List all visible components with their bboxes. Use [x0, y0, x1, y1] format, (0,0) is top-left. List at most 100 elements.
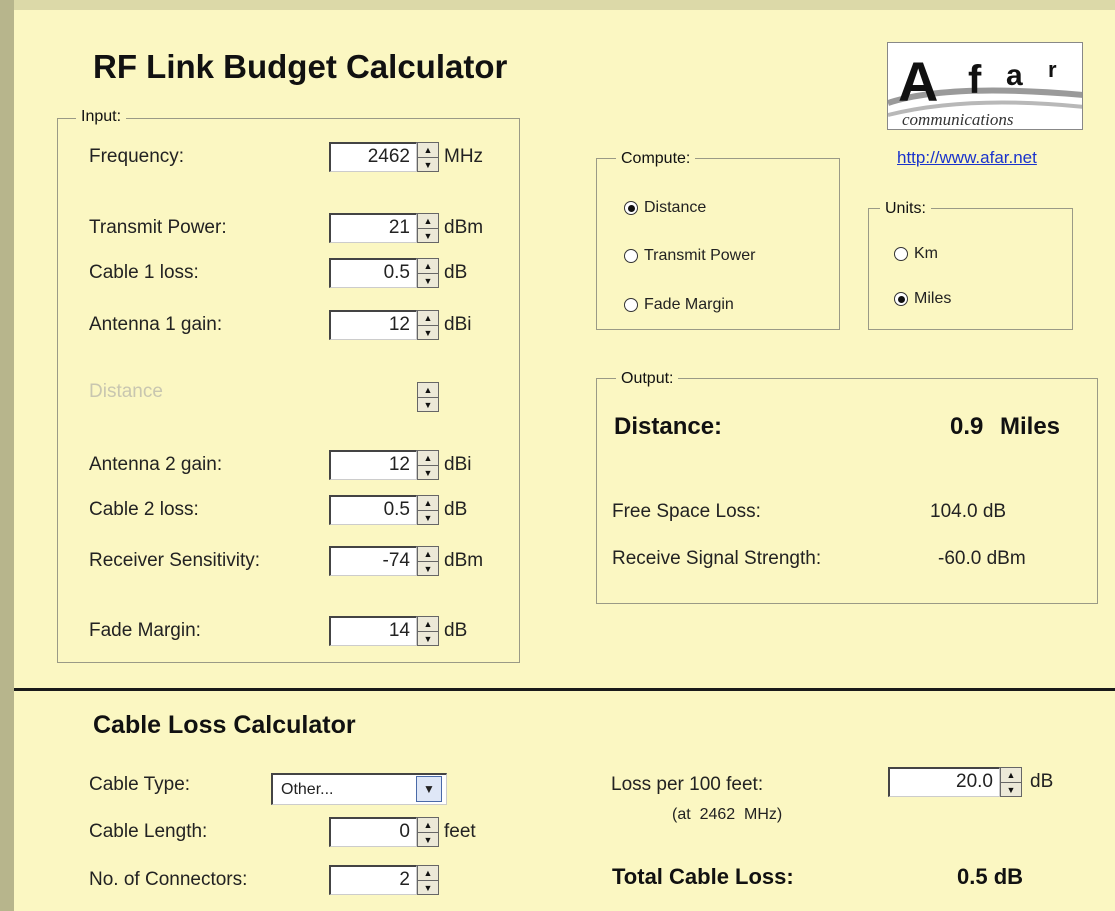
cable-length-unit: feet: [444, 821, 476, 842]
connectors-label: No. of Connectors:: [89, 869, 248, 890]
svg-text:A: A: [898, 50, 938, 113]
receiver-sensitivity-label: Receiver Sensitivity:: [89, 550, 261, 571]
loss-frequency-note: (at 2462 MHz): [672, 806, 783, 823]
cable-length-label: Cable Length:: [89, 821, 208, 842]
chevron-down-icon[interactable]: ▼: [416, 776, 442, 802]
units-option-label: Km: [914, 245, 938, 262]
transmit-power-label: Transmit Power:: [89, 217, 227, 238]
cable-loss-section-title: Cable Loss Calculator: [93, 711, 356, 739]
spin-down-icon: ▼: [423, 399, 433, 410]
transmit-power-input[interactable]: 21: [329, 213, 417, 243]
spin-up-icon[interactable]: ▲: [418, 311, 438, 326]
spin-down-icon[interactable]: ▼: [418, 158, 438, 172]
loss-per-100-label: Loss per 100 feet:: [611, 774, 764, 795]
output-group-legend: Output:: [616, 370, 679, 388]
compute-option-distance[interactable]: Distance: [624, 199, 706, 217]
cable2-loss-unit: dB: [444, 499, 468, 520]
loss-per-100-spinner[interactable]: ▲ ▼: [1000, 767, 1022, 797]
afar-logo: A f a r communications: [887, 42, 1083, 130]
input-group-legend: Input:: [76, 108, 127, 126]
receiver-sensitivity-unit: dBm: [444, 550, 484, 571]
frequency-input[interactable]: 2462: [329, 142, 417, 172]
cable-length-input[interactable]: 0: [329, 817, 417, 847]
svg-text:r: r: [1048, 57, 1057, 82]
antenna1-gain-unit: dBi: [444, 314, 472, 335]
receiver-sensitivity-input[interactable]: -74: [329, 546, 417, 576]
radio-checked-icon[interactable]: [624, 201, 638, 215]
free-space-loss-value: 104.0 dB: [930, 501, 1007, 522]
radio-unchecked-icon[interactable]: [894, 247, 908, 261]
antenna2-gain-spinner[interactable]: ▲ ▼: [417, 450, 439, 480]
spin-up-icon[interactable]: ▲: [418, 866, 438, 881]
transmit-power-unit: dBm: [444, 217, 484, 238]
spin-down-icon[interactable]: ▼: [418, 511, 438, 525]
output-result-unit: Miles: [1000, 413, 1061, 440]
connectors-spinner[interactable]: ▲ ▼: [417, 865, 439, 895]
spin-down-icon[interactable]: ▼: [418, 833, 438, 847]
compute-option-label: Transmit Power: [644, 247, 756, 264]
units-option-km[interactable]: Km: [894, 245, 938, 263]
spin-up-icon[interactable]: ▲: [1001, 768, 1021, 783]
cable2-loss-spinner[interactable]: ▲ ▼: [417, 495, 439, 525]
cable1-loss-input[interactable]: 0.5: [329, 258, 417, 288]
output-group: [596, 378, 1098, 604]
spin-down-icon[interactable]: ▼: [418, 881, 438, 895]
cable2-loss-input[interactable]: 0.5: [329, 495, 417, 525]
radio-unchecked-icon[interactable]: [624, 249, 638, 263]
antenna2-gain-unit: dBi: [444, 454, 472, 475]
loss-per-100-unit: dB: [1030, 771, 1054, 792]
cable1-loss-spinner[interactable]: ▲ ▼: [417, 258, 439, 288]
antenna2-gain-label: Antenna 2 gain:: [89, 454, 223, 475]
distance-spinner: ▲ ▼: [417, 382, 439, 412]
svg-text:f: f: [968, 58, 982, 102]
spin-up-icon[interactable]: ▲: [418, 547, 438, 562]
fade-margin-input[interactable]: 14: [329, 616, 417, 646]
spin-up-icon[interactable]: ▲: [418, 259, 438, 274]
spin-down-icon[interactable]: ▼: [418, 274, 438, 288]
cable-length-spinner[interactable]: ▲ ▼: [417, 817, 439, 847]
units-group: [868, 208, 1073, 330]
window-top-border: [0, 0, 1115, 10]
spin-up-icon[interactable]: ▲: [418, 214, 438, 229]
cable1-loss-unit: dB: [444, 262, 468, 283]
compute-option-fade-margin[interactable]: Fade Margin: [624, 296, 734, 314]
free-space-loss-label: Free Space Loss:: [612, 501, 761, 522]
spin-up-icon[interactable]: ▲: [418, 617, 438, 632]
radio-unchecked-icon[interactable]: [624, 298, 638, 312]
compute-option-transmit-power[interactable]: Transmit Power: [624, 247, 755, 265]
spin-down-icon[interactable]: ▼: [418, 326, 438, 340]
receive-signal-strength-value: -60.0 dBm: [938, 548, 1026, 569]
spin-down-icon[interactable]: ▼: [418, 466, 438, 480]
fade-margin-label: Fade Margin:: [89, 620, 201, 641]
compute-group-legend: Compute:: [616, 150, 696, 168]
distance-label: Distance: [89, 381, 163, 402]
antenna1-gain-label: Antenna 1 gain:: [89, 314, 223, 335]
spin-up-icon[interactable]: ▲: [418, 451, 438, 466]
spin-down-icon[interactable]: ▼: [1001, 783, 1021, 797]
spin-down-icon[interactable]: ▼: [418, 632, 438, 646]
units-option-miles[interactable]: Miles: [894, 290, 951, 308]
afar-logo-graphic: A f a r communications: [888, 50, 1082, 129]
antenna1-gain-spinner[interactable]: ▲ ▼: [417, 310, 439, 340]
spin-down-icon[interactable]: ▼: [418, 229, 438, 243]
total-cable-loss-value: 0.5 dB: [957, 864, 1024, 889]
afar-website-link[interactable]: http://www.afar.net: [897, 148, 1037, 168]
spin-up-icon[interactable]: ▲: [418, 818, 438, 833]
connectors-input[interactable]: 2: [329, 865, 417, 895]
compute-option-label: Distance: [644, 199, 707, 216]
frequency-spinner[interactable]: ▲ ▼: [417, 142, 439, 172]
transmit-power-spinner[interactable]: ▲ ▼: [417, 213, 439, 243]
spin-up-icon[interactable]: ▲: [418, 143, 438, 158]
output-result-label: Distance:: [614, 413, 723, 440]
antenna1-gain-input[interactable]: 12: [329, 310, 417, 340]
fade-margin-spinner[interactable]: ▲ ▼: [417, 616, 439, 646]
section-divider: [14, 688, 1115, 691]
units-group-legend: Units:: [880, 200, 931, 218]
loss-per-100-input[interactable]: 20.0: [888, 767, 1000, 797]
output-result-value: 0.9: [950, 413, 984, 440]
spin-down-icon[interactable]: ▼: [418, 562, 438, 576]
spin-up-icon[interactable]: ▲: [418, 496, 438, 511]
receiver-sensitivity-spinner[interactable]: ▲ ▼: [417, 546, 439, 576]
radio-checked-icon[interactable]: [894, 292, 908, 306]
antenna2-gain-input[interactable]: 12: [329, 450, 417, 480]
